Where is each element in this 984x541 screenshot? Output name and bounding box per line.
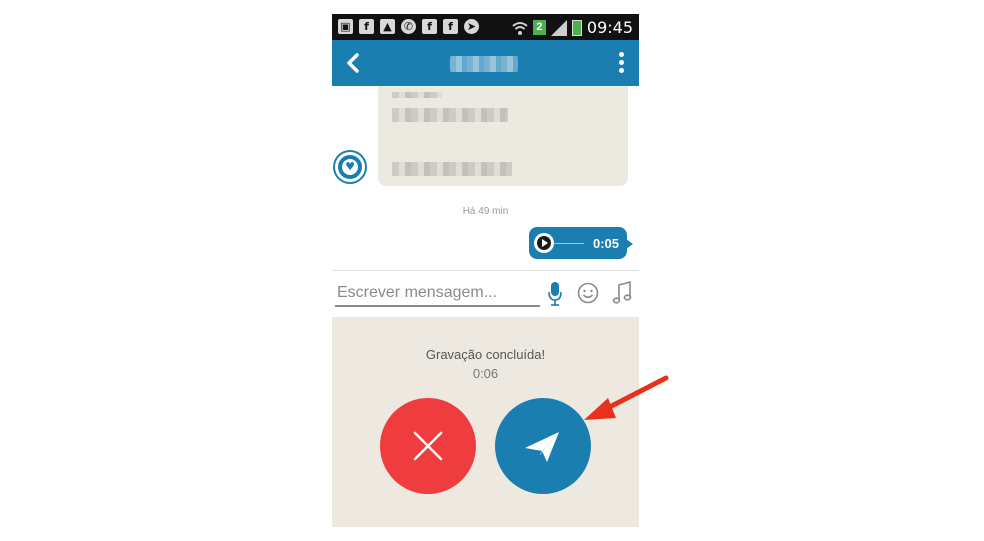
- heart-icon: ♥: [342, 159, 358, 175]
- emoji-icon[interactable]: [577, 282, 599, 304]
- cancel-recording-button[interactable]: [380, 398, 476, 494]
- signal-icon: [550, 19, 567, 36]
- whatsapp-icon: ✆: [401, 19, 416, 34]
- contact-avatar[interactable]: ♥: [335, 152, 365, 182]
- wifi-icon: [512, 21, 528, 35]
- audio-progress-track[interactable]: [554, 243, 584, 244]
- status-clock: 09:45: [586, 18, 633, 37]
- message-input[interactable]: [335, 281, 540, 307]
- overflow-menu-button[interactable]: [619, 52, 625, 74]
- send-recording-button[interactable]: [495, 398, 591, 494]
- gallery-icon: ▲: [380, 19, 395, 34]
- message-timestamp: Há 49 min: [462, 206, 509, 217]
- facebook-icon: f: [422, 19, 437, 34]
- blurred-text: [392, 162, 512, 176]
- music-note-icon[interactable]: [612, 281, 632, 305]
- telegram-icon: ➤: [464, 19, 479, 34]
- incoming-message-bubble[interactable]: [378, 86, 628, 186]
- blurred-text: [392, 92, 442, 98]
- notification-count-badge: 2: [532, 20, 546, 35]
- status-bar: ▣ f ▲ ✆ f f ➤ 2 09:45: [332, 14, 639, 40]
- chevron-left-icon: [347, 53, 359, 73]
- annotation-arrow: [584, 375, 669, 420]
- composer-bar: [332, 270, 639, 317]
- recording-status: Gravação concluída!: [425, 347, 546, 362]
- close-icon: [413, 431, 443, 461]
- system-icons: 2 09:45: [512, 18, 633, 37]
- microphone-icon[interactable]: [547, 281, 563, 307]
- play-button[interactable]: [534, 233, 554, 253]
- back-button[interactable]: [342, 50, 364, 76]
- contact-name-blurred: [450, 56, 518, 72]
- overflow-menu-icon: [619, 52, 624, 57]
- voice-message-bubble[interactable]: 0:05: [529, 227, 633, 259]
- phone-screen: ▣ f ▲ ✆ f f ➤ 2 09:45 ♥ Há 49 min 0:05 E…: [332, 14, 639, 527]
- notification-icons: ▣ f ▲ ✆ f f ➤: [338, 19, 479, 34]
- paper-plane-icon: [525, 432, 559, 462]
- message-list[interactable]: ♥ Há 49 min 0:05: [332, 86, 639, 270]
- blurred-text: [392, 108, 508, 122]
- battery-icon: [571, 19, 582, 36]
- facebook-icon: f: [443, 19, 458, 34]
- chat-header: [332, 40, 639, 86]
- voice-message-duration: 0:05: [592, 236, 619, 251]
- voicemail-icon: ▣: [338, 19, 353, 34]
- facebook-icon: f: [359, 19, 374, 34]
